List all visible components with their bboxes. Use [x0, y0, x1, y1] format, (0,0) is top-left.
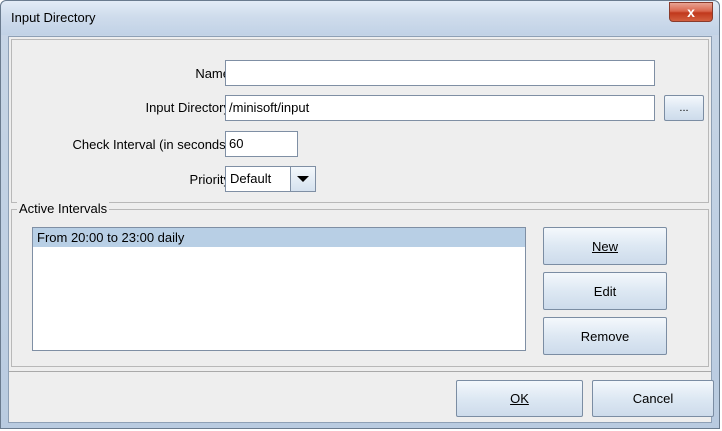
- remove-button[interactable]: Remove: [543, 317, 667, 355]
- chevron-down-icon[interactable]: [290, 167, 315, 191]
- browse-button[interactable]: ...: [664, 95, 704, 121]
- check-interval-field[interactable]: 60: [225, 131, 298, 157]
- browse-button-label: ...: [679, 102, 689, 114]
- remove-button-label: Remove: [580, 328, 630, 344]
- close-icon: x: [687, 4, 695, 20]
- edit-button[interactable]: Edit: [543, 272, 667, 310]
- form-panel: Name Input Directory /minisoft/input ...…: [11, 39, 709, 203]
- ok-button[interactable]: OK: [456, 380, 583, 417]
- input-directory-label: Input Directory: [145, 100, 230, 115]
- list-item[interactable]: From 20:00 to 23:00 daily: [33, 228, 525, 247]
- check-interval-label: Check Interval (in seconds): [72, 137, 230, 152]
- priority-label: Priority: [189, 172, 230, 187]
- input-directory-field[interactable]: /minisoft/input: [225, 95, 655, 121]
- ok-button-label: OK: [510, 391, 529, 406]
- footer-divider: [9, 371, 711, 372]
- intervals-list[interactable]: From 20:00 to 23:00 daily: [32, 227, 526, 351]
- edit-button-label: Edit: [593, 283, 617, 299]
- window-title: Input Directory: [11, 10, 96, 25]
- new-button[interactable]: New: [543, 227, 667, 265]
- title-bar[interactable]: Input Directory x: [1, 1, 719, 35]
- priority-select[interactable]: Default: [225, 166, 316, 192]
- priority-selected-value: Default: [230, 171, 272, 186]
- name-field[interactable]: [225, 60, 655, 86]
- cancel-button-label: Cancel: [632, 391, 674, 406]
- dialog-body: Name Input Directory /minisoft/input ...…: [8, 36, 714, 423]
- active-intervals-title: Active Intervals: [17, 201, 110, 216]
- active-intervals-group: Active Intervals From 20:00 to 23:00 dai…: [11, 201, 709, 367]
- new-button-label: New: [591, 238, 618, 254]
- dialog-window: Input Directory x Name Input Directory /…: [0, 0, 720, 429]
- cancel-button[interactable]: Cancel: [592, 380, 714, 417]
- close-button[interactable]: x: [669, 2, 713, 22]
